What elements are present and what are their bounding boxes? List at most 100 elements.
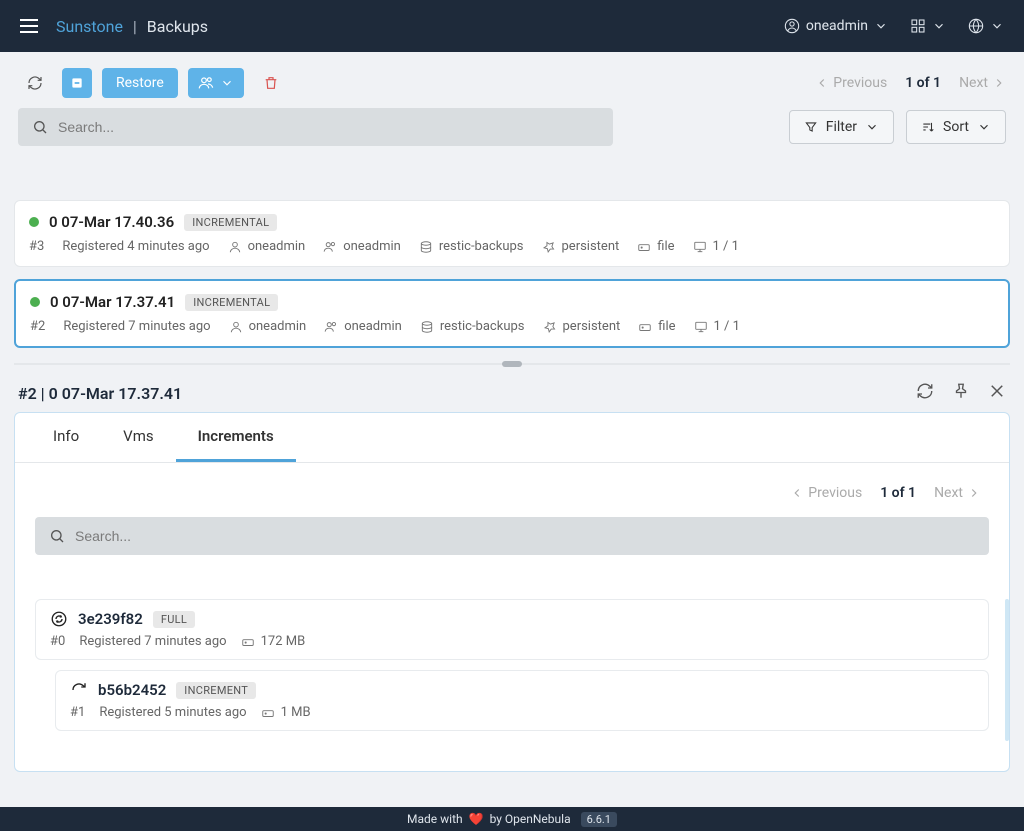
- detail-panel: Info Vms Increments Previous 1 of 1 Next…: [14, 412, 1010, 772]
- chevron-down-icon: [874, 19, 888, 33]
- trash-icon: [263, 75, 279, 91]
- backup-card[interactable]: 0 07-Mar 17.40.36 INCREMENTAL #3 Registe…: [14, 200, 1010, 267]
- tab-info[interactable]: Info: [31, 413, 101, 462]
- backup-id: #2: [30, 319, 45, 334]
- toolbar-left: Restore: [18, 68, 288, 98]
- backup-type: file: [637, 239, 674, 254]
- increment-card[interactable]: b56b2452 INCREMENT #1 Registered 5 minut…: [55, 670, 989, 731]
- increments-search-box[interactable]: [35, 517, 989, 555]
- split-divider[interactable]: [14, 360, 1010, 368]
- toolbar: Restore Previous 1 of 1 Next: [0, 52, 1024, 108]
- increments-search-row: [35, 517, 989, 555]
- search-box[interactable]: [18, 108, 613, 146]
- chevron-down-icon: [977, 120, 991, 134]
- detail-close-button[interactable]: [988, 382, 1006, 404]
- refresh-icon: [916, 382, 934, 400]
- backup-badge: INCREMENTAL: [184, 214, 277, 231]
- backup-persist: persistent: [542, 239, 620, 254]
- increment-card[interactable]: 3e239f82 FULL #0 Registered 7 minutes ag…: [35, 599, 989, 660]
- backup-title: 0 07-Mar 17.40.36: [49, 213, 174, 231]
- chevron-left-icon: [790, 486, 804, 500]
- header-left: Sunstone | Backups: [20, 17, 208, 36]
- backup-badge: INCREMENTAL: [185, 294, 278, 311]
- disk-icon: [637, 240, 651, 254]
- chevron-down-icon: [990, 19, 1004, 33]
- database-icon: [419, 240, 433, 254]
- footer-by: by OpenNebula: [490, 812, 571, 826]
- pager-count: 1 of 1: [905, 75, 941, 91]
- backup-running: 1 / 1: [693, 239, 739, 254]
- deselect-button[interactable]: [62, 68, 92, 98]
- disk-icon: [261, 706, 275, 720]
- pager-next[interactable]: Next: [959, 75, 1006, 91]
- search-input[interactable]: [58, 119, 599, 135]
- backup-datastore: restic-backups: [420, 319, 525, 334]
- apps-menu[interactable]: [910, 18, 946, 34]
- backup-group: oneadmin: [324, 319, 402, 334]
- brand-name[interactable]: Sunstone: [56, 17, 123, 36]
- menu-icon[interactable]: [20, 19, 38, 33]
- refresh-button[interactable]: [18, 68, 52, 98]
- user-icon: [784, 18, 800, 34]
- increment-badge: FULL: [153, 611, 195, 628]
- close-icon: [988, 382, 1006, 400]
- increment-registered: Registered 5 minutes ago: [99, 705, 246, 720]
- language-menu[interactable]: [968, 18, 1004, 34]
- increment-icon: [70, 681, 88, 699]
- sort-icon: [921, 120, 935, 134]
- pager-next[interactable]: Next: [934, 485, 981, 501]
- disk-icon: [638, 320, 652, 334]
- detail-refresh-button[interactable]: [916, 382, 934, 404]
- full-backup-icon: [50, 610, 68, 628]
- filter-button[interactable]: Filter: [789, 110, 894, 144]
- sort-button[interactable]: Sort: [906, 110, 1006, 144]
- user-icon: [228, 240, 242, 254]
- backup-list: 0 07-Mar 17.40.36 INCREMENTAL #3 Registe…: [0, 160, 1024, 348]
- pin-icon: [542, 240, 556, 254]
- toolbar-right: Previous 1 of 1 Next: [815, 75, 1006, 91]
- database-icon: [420, 320, 434, 334]
- disk-icon: [241, 635, 255, 649]
- pager-prev[interactable]: Previous: [815, 75, 887, 91]
- pin-icon: [543, 320, 557, 334]
- ownership-button[interactable]: [188, 68, 244, 98]
- header-right: oneadmin: [784, 18, 1004, 34]
- backup-type: file: [638, 319, 675, 334]
- increments-search-input[interactable]: [75, 528, 975, 544]
- increment-size: 1 MB: [261, 705, 311, 720]
- chevron-down-icon: [865, 120, 879, 134]
- footer: Made with ❤️ by OpenNebula 6.6.1: [0, 807, 1024, 831]
- app-header: Sunstone | Backups oneadmin: [0, 0, 1024, 52]
- breadcrumb-sep: |: [133, 17, 137, 36]
- chevron-right-icon: [967, 486, 981, 500]
- pin-icon: [952, 382, 970, 400]
- detail-tabs: Info Vms Increments: [15, 413, 1009, 463]
- increment-id: #0: [50, 634, 65, 649]
- restore-button[interactable]: Restore: [102, 68, 178, 98]
- tab-increments[interactable]: Increments: [176, 413, 296, 462]
- version-badge: 6.6.1: [581, 812, 617, 827]
- users-icon: [324, 320, 338, 334]
- increment-hash: 3e239f82: [78, 610, 143, 628]
- filter-icon: [804, 120, 818, 134]
- scrollbar[interactable]: [1005, 599, 1009, 741]
- increment-id: #1: [70, 705, 85, 720]
- detail-pin-button[interactable]: [952, 382, 970, 404]
- status-dot: [29, 217, 39, 227]
- backup-registered: Registered 4 minutes ago: [62, 239, 209, 254]
- chevron-right-icon: [992, 76, 1006, 90]
- user-menu[interactable]: oneadmin: [784, 18, 888, 34]
- restore-label: Restore: [116, 75, 164, 91]
- backup-group: oneadmin: [323, 239, 401, 254]
- delete-button[interactable]: [254, 68, 288, 98]
- monitor-icon: [694, 320, 708, 334]
- backup-card[interactable]: 0 07-Mar 17.37.41 INCREMENTAL #2 Registe…: [14, 279, 1010, 348]
- search-row: Filter Sort: [0, 108, 1024, 160]
- tab-vms[interactable]: Vms: [101, 413, 175, 462]
- increment-registered: Registered 7 minutes ago: [79, 634, 226, 649]
- backup-title: 0 07-Mar 17.37.41: [50, 293, 175, 311]
- pager-prev[interactable]: Previous: [790, 485, 862, 501]
- breadcrumb: Sunstone | Backups: [56, 17, 208, 36]
- chevron-down-icon: [932, 19, 946, 33]
- backup-datastore: restic-backups: [419, 239, 524, 254]
